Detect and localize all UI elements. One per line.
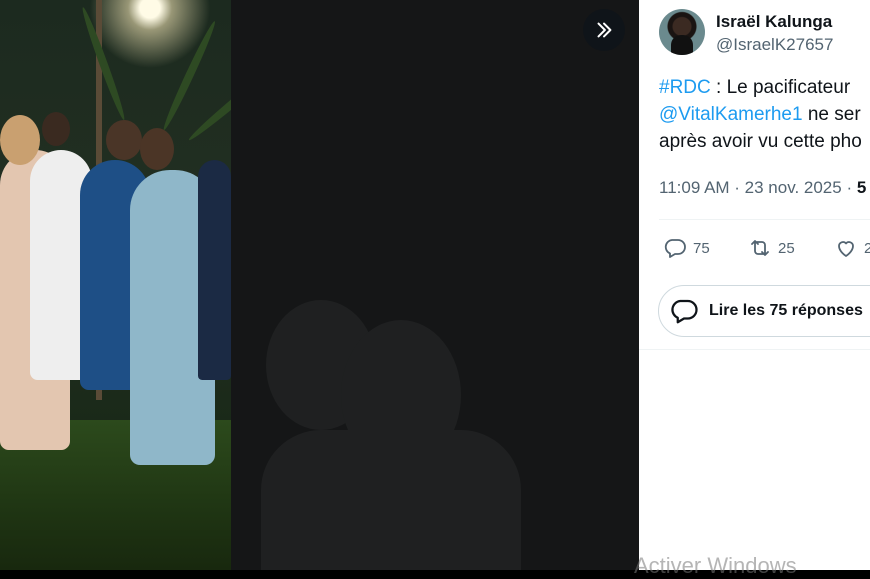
heart-icon xyxy=(838,241,854,257)
photo-dimmed-area xyxy=(231,0,639,570)
retweet-icon xyxy=(751,240,769,256)
retweet-button[interactable]: 25 xyxy=(748,236,795,260)
reply-icon xyxy=(664,239,686,258)
like-button[interactable]: 2 xyxy=(834,236,870,260)
palm-leaf xyxy=(160,19,219,132)
avatar-figure xyxy=(671,35,693,55)
tweet-panel: Israël Kalunga @IsraelK27657 #RDC : Le p… xyxy=(639,0,870,570)
next-media-button[interactable] xyxy=(583,9,625,51)
reply-count: 75 xyxy=(693,239,710,257)
hashtag-link[interactable]: #RDC xyxy=(659,77,711,98)
timestamp-text: 11:09 AM · 23 nov. 2025 · xyxy=(659,178,857,197)
divider xyxy=(639,349,870,350)
person-head xyxy=(106,120,142,160)
author-handle[interactable]: @IsraelK27657 xyxy=(716,35,833,55)
author-display-name[interactable]: Israël Kalunga xyxy=(716,12,832,32)
tweet-photo[interactable] xyxy=(0,0,639,570)
tweet-text-line: @VitalKamerhe1 ne ser xyxy=(659,101,870,128)
palm-leaf xyxy=(79,5,128,122)
tweet-text-line: #RDC : Le pacificateur xyxy=(659,74,870,101)
tweet-timestamp[interactable]: 11:09 AM · 23 nov. 2025 · 5 xyxy=(659,178,866,198)
photo-visible-area xyxy=(0,0,284,570)
retweet-count: 25 xyxy=(778,239,795,257)
reply-button[interactable]: 75 xyxy=(663,236,710,260)
divider xyxy=(659,219,870,220)
person-figure xyxy=(198,160,231,380)
avatar[interactable] xyxy=(659,9,705,55)
views-count: 5 xyxy=(856,178,867,197)
like-count: 2 xyxy=(864,239,870,257)
tweet-text-line: après avoir vu cette pho xyxy=(659,131,862,152)
read-replies-button[interactable]: Lire les 75 réponses xyxy=(658,285,870,337)
windows-activation-watermark: Activer Windows xyxy=(634,553,797,578)
person-silhouette xyxy=(261,430,521,570)
reply-bubble-icon xyxy=(671,299,698,324)
tweet-text: #RDC : Le pacificateur @VitalKamerhe1 ne… xyxy=(659,74,870,155)
mention-link[interactable]: @VitalKamerhe1 xyxy=(659,104,803,125)
person-head xyxy=(140,128,174,170)
tweet-text-fragment: ne ser xyxy=(802,104,861,125)
tweet-text-fragment: : Le pacificateur xyxy=(710,77,851,98)
person-head xyxy=(42,112,70,146)
chevron-double-right-icon xyxy=(597,22,612,38)
read-replies-label: Lire les 75 réponses xyxy=(709,302,863,319)
person-head xyxy=(0,115,40,165)
